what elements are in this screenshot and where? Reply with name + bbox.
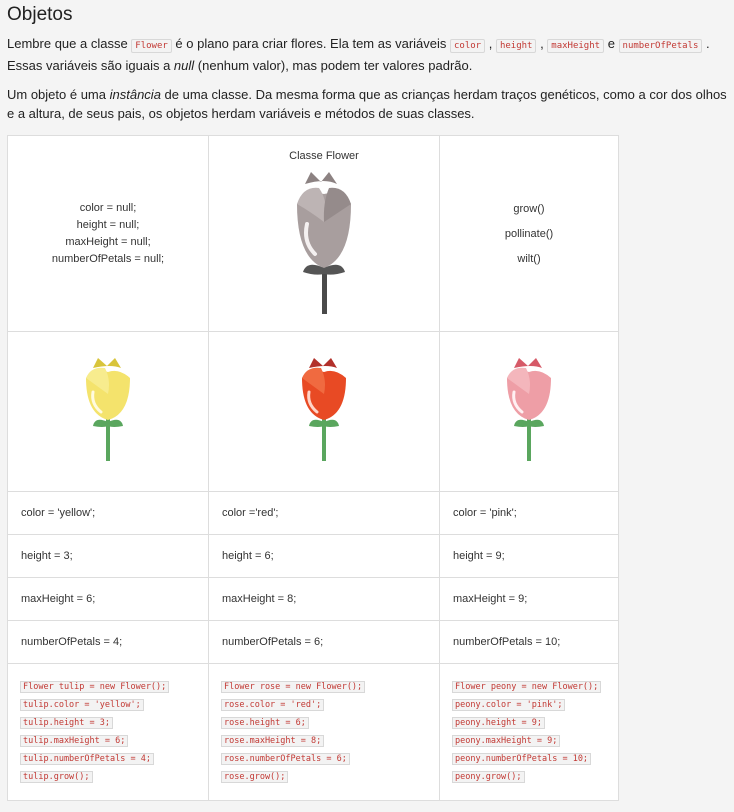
red-rose-cell (208, 331, 440, 492)
tulip-maxheight: maxHeight = 6; (7, 577, 209, 621)
tulip-height: height = 3; (7, 534, 209, 578)
rose-color: color ='red'; (208, 491, 440, 535)
peony-color: color = 'pink'; (439, 491, 619, 535)
code-line: tulip.height = 3; (20, 717, 113, 729)
object-paragraph: Um objeto é uma instância de uma classe.… (7, 87, 727, 121)
class-flower-cell: Classe Flower (208, 135, 440, 332)
code-line: peony.maxHeight = 9; (452, 735, 561, 747)
code-line: tulip.maxHeight = 6; (20, 735, 129, 747)
peony-height: height = 9; (439, 534, 619, 578)
method-pollinate: pollinate() (504, 227, 554, 240)
yellow-tulip-cell (7, 331, 209, 492)
yellow-tulip-icon (86, 357, 130, 461)
code-numberofpetals: numberOfPetals (618, 39, 703, 53)
rose-height: height = 6; (208, 534, 440, 578)
code-line: peony.numberOfPetals = 10; (452, 753, 592, 765)
code-line: Flower tulip = new Flower(); (20, 681, 170, 693)
tulip-code-cell: Flower tulip = new Flower(); tulip.color… (7, 663, 209, 801)
code-line: Flower peony = new Flower(); (452, 681, 602, 693)
code-line: rose.numberOfPetals = 6; (221, 753, 350, 765)
red-rose-icon (302, 357, 346, 461)
peony-petals: numberOfPetals = 10; (439, 620, 619, 664)
pink-peony-icon (507, 357, 551, 461)
code-line: rose.color = 'red'; (221, 699, 325, 711)
code-maxheight: maxHeight (547, 39, 605, 53)
rose-maxheight: maxHeight = 8; (208, 577, 440, 621)
code-line: tulip.grow(); (20, 771, 93, 783)
rose-code-cell: Flower rose = new Flower(); rose.color =… (208, 663, 440, 801)
intro-paragraph: Lembre que a classe Flower é o plano par… (7, 36, 710, 73)
code-line: rose.grow(); (221, 771, 289, 783)
code-line: rose.maxHeight = 8; (221, 735, 325, 747)
class-title: Classe Flower (289, 150, 359, 162)
tulip-color: color = 'yellow'; (7, 491, 209, 535)
code-line: tulip.numberOfPetals = 4; (20, 753, 154, 765)
code-line: peony.grow(); (452, 771, 525, 783)
code-color: color (450, 39, 486, 53)
peony-code-cell: Flower peony = new Flower(); peony.color… (439, 663, 619, 801)
methods-cell: grow() pollinate() wilt() (439, 135, 619, 332)
page-title: Objetos (7, 4, 73, 25)
code-line: peony.height = 9; (452, 717, 545, 729)
code-flower: Flower (131, 39, 172, 53)
flower-table: color = null; height = null; maxHeight = n… (7, 135, 619, 801)
code-line: rose.height = 6; (221, 717, 309, 729)
pink-peony-cell (439, 331, 619, 492)
tulip-petals: numberOfPetals = 4; (7, 620, 209, 664)
class-variables-cell: color = null; height = null; maxHeight = n… (7, 135, 209, 332)
method-wilt: wilt() (517, 252, 541, 265)
method-grow: grow() (513, 202, 545, 215)
code-height: height (495, 39, 537, 53)
peony-maxheight: maxHeight = 9; (439, 577, 619, 621)
code-line: peony.color = 'pink'; (452, 699, 566, 711)
code-line: tulip.color = 'yellow'; (20, 699, 144, 711)
rose-petals: numberOfPetals = 6; (208, 620, 440, 664)
code-line: Flower rose = new Flower(); (221, 681, 366, 693)
gray-rose-icon (297, 172, 351, 314)
